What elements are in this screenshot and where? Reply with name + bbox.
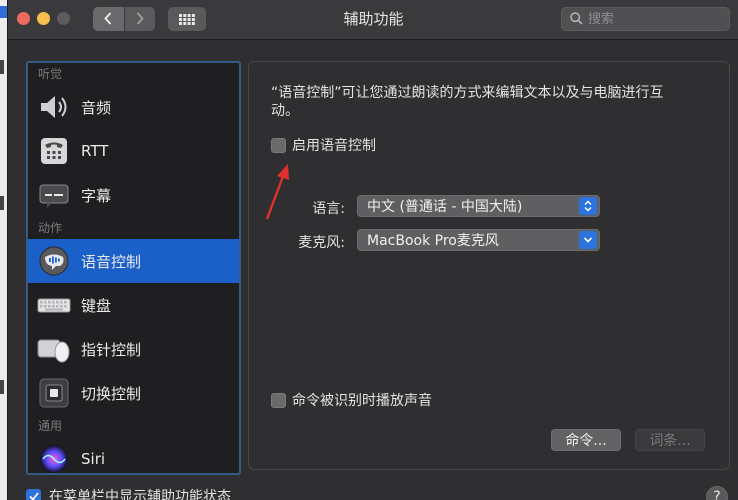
sidebar-item-label: 切换控制 — [81, 384, 142, 403]
play-sound-checkbox[interactable] — [271, 392, 286, 408]
zoom-button[interactable] — [57, 12, 70, 25]
chevron-down-icon — [579, 231, 597, 249]
sidebar-item-label: 语音控制 — [81, 252, 142, 271]
grid-icon — [179, 13, 195, 25]
show-all-button[interactable] — [168, 7, 206, 31]
sidebar-item-rtt[interactable]: RTT — [28, 129, 239, 173]
voice-control-panel: “语音控制”可让您通过朗读的方式来编辑文本以及与电脑进行互动。 启用语音控制 语… — [248, 61, 730, 470]
navigation-buttons — [93, 7, 155, 31]
show-in-menubar-checkbox[interactable] — [26, 488, 41, 500]
show-in-menubar-row[interactable]: 在菜单栏中显示辅助功能状态 — [26, 486, 231, 500]
close-button[interactable] — [17, 12, 30, 25]
sidebar-item-label: 音频 — [81, 98, 112, 117]
keyboard-icon — [36, 287, 72, 323]
sidebar-item-captions[interactable]: 字幕 — [28, 173, 239, 217]
background-window-edge — [0, 0, 7, 500]
voice-control-icon — [36, 243, 72, 279]
siri-icon — [36, 441, 72, 473]
sidebar-item-keyboard[interactable]: 键盘 — [28, 283, 239, 327]
microphone-label: 麦克风: — [298, 235, 345, 251]
section-header-general: 通用 — [38, 419, 63, 433]
rtt-phone-icon — [36, 133, 72, 169]
chevron-left-icon — [104, 10, 112, 29]
back-button[interactable] — [93, 7, 125, 31]
enable-voice-control-row[interactable]: 启用语音控制 — [271, 135, 376, 155]
switch-control-icon — [36, 375, 72, 411]
speaker-icon — [36, 89, 72, 125]
up-down-arrows-icon — [579, 197, 597, 215]
sidebar-item-label: 键盘 — [81, 296, 112, 315]
show-in-menubar-label: 在菜单栏中显示辅助功能状态 — [49, 489, 231, 500]
section-header-motor: 动作 — [38, 221, 63, 235]
sidebar-item-switch-control[interactable]: 切换控制 — [28, 371, 239, 415]
chevron-right-icon — [136, 10, 144, 29]
enable-voice-control-checkbox[interactable] — [271, 137, 286, 153]
sidebar-item-voice-control[interactable]: 语音控制 — [28, 239, 239, 283]
commands-button[interactable]: 命令... — [551, 429, 621, 451]
microphone-value: MacBook Pro麦克风 — [367, 233, 499, 249]
pointer-control-icon — [36, 331, 72, 367]
sidebar-item-audio[interactable]: 音频 — [28, 85, 239, 129]
enable-voice-control-label: 启用语音控制 — [292, 138, 376, 154]
panel-description: “语音控制”可让您通过朗读的方式来编辑文本以及与电脑进行互动。 — [271, 85, 664, 119]
search-icon — [570, 10, 588, 29]
play-sound-row[interactable]: 命令被识别时播放声音 — [271, 390, 432, 410]
microphone-popup[interactable]: MacBook Pro麦克风 — [357, 229, 600, 251]
language-label: 语言: — [312, 201, 345, 217]
section-header-hearing: 听觉 — [38, 67, 63, 81]
language-value: 中文 (普通话 - 中国大陆) — [367, 199, 523, 215]
sidebar-item-label: Siri — [81, 450, 106, 468]
sidebar-item-label: 字幕 — [81, 186, 112, 205]
language-popup[interactable]: 中文 (普通话 - 中国大陆) — [357, 195, 600, 217]
search-field[interactable] — [561, 7, 730, 31]
title-bar: 辅助功能 — [8, 0, 738, 40]
captions-icon — [36, 177, 72, 213]
sidebar-item-label: 指针控制 — [81, 340, 142, 359]
forward-button[interactable] — [125, 7, 156, 31]
sidebar-item-label: RTT — [81, 142, 109, 160]
sidebar-item-siri[interactable]: Siri — [28, 437, 239, 473]
minimize-button[interactable] — [37, 12, 50, 25]
vocabulary-button[interactable]: 词条... — [635, 429, 705, 451]
sidebar-item-pointer-control[interactable]: 指针控制 — [28, 327, 239, 371]
preferences-window: 辅助功能 听觉 音频 — [7, 0, 738, 500]
checkmark-icon — [28, 491, 39, 500]
search-input[interactable] — [588, 11, 708, 27]
play-sound-label: 命令被识别时播放声音 — [292, 393, 432, 409]
help-button[interactable]: ? — [706, 486, 728, 500]
category-sidebar: 听觉 音频 RTT 字幕 动作 语音控制 键盘 指针控制 切换控制 通用 Sir… — [26, 61, 241, 475]
